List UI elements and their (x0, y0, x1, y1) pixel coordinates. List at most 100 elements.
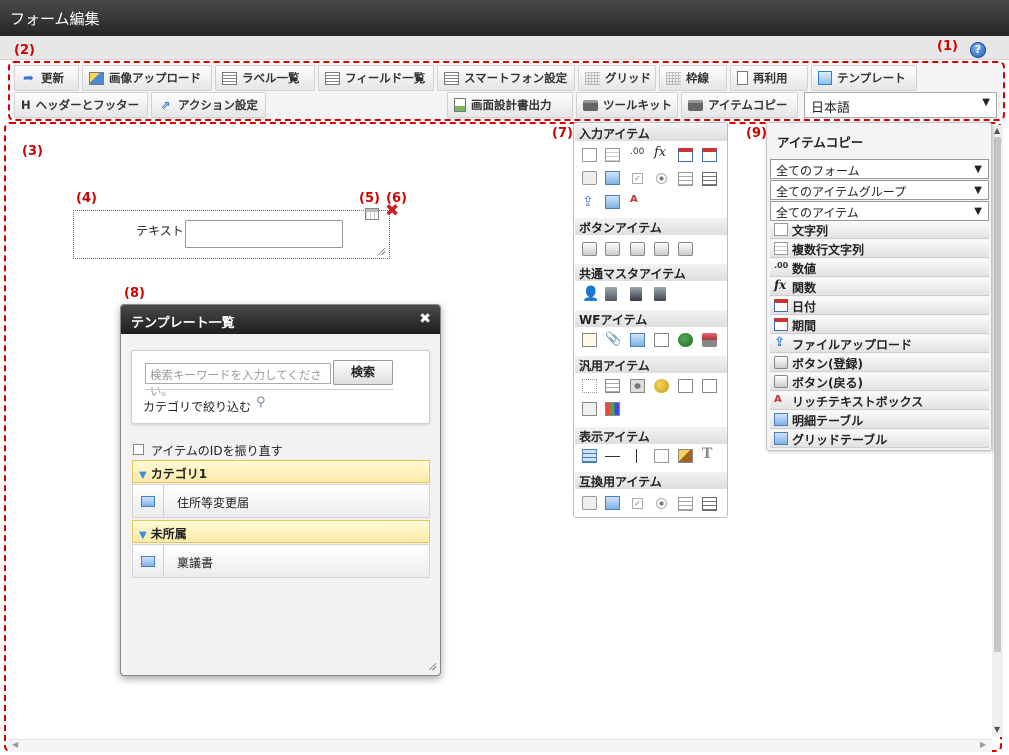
screen-design-export-button[interactable]: 画面設計書出力 (447, 92, 573, 118)
wf-stamp-item-icon[interactable] (702, 333, 717, 347)
template-search-button[interactable]: 検索 (333, 360, 393, 385)
delete-item-icon[interactable]: ✖ (385, 203, 399, 220)
color-item-icon[interactable] (605, 402, 620, 416)
compat-table-item-icon[interactable] (605, 496, 620, 510)
horizontal-scrollbar[interactable] (8, 739, 992, 752)
text-input[interactable] (185, 220, 343, 248)
rich-text-item-icon[interactable]: A (630, 194, 645, 208)
period-item-icon[interactable] (702, 148, 717, 162)
action-settings-button[interactable]: ⇗ アクション設定 (151, 92, 266, 118)
copy-item-register-button[interactable]: ボタン(登録) (770, 354, 989, 372)
multiline-string-item-icon[interactable] (605, 148, 620, 162)
wf-note-item-icon[interactable] (582, 333, 597, 347)
wf-image-item-icon[interactable] (630, 333, 645, 347)
language-select[interactable]: 日本語 ▼ (804, 92, 997, 118)
back-button-item-icon[interactable] (630, 242, 645, 256)
combo-item-icon[interactable] (702, 172, 717, 186)
vertical-scrollbar-thumb[interactable] (994, 137, 1001, 652)
scroll-down-icon[interactable]: ▼ (994, 725, 1000, 734)
register-button-item-icon[interactable] (582, 242, 597, 256)
horizontal-line-item-icon[interactable] (605, 456, 620, 457)
compat-checkbox-item-icon[interactable]: ✓ (632, 498, 643, 509)
scroll-right-icon[interactable]: ▶ (980, 740, 986, 749)
label-list-button[interactable]: ラベル一覧 (215, 65, 315, 91)
copy-item-string[interactable]: 文字列 (770, 221, 989, 239)
wf-history-item-icon[interactable] (654, 333, 669, 347)
function-item-icon[interactable]: fx (654, 145, 669, 160)
vertical-line-item-icon[interactable] (636, 449, 637, 463)
camera-item-icon[interactable] (630, 379, 645, 393)
form-filter-select[interactable]: 全てのフォーム ▼ (770, 159, 989, 179)
toolkit-button[interactable]: ツールキット (576, 92, 678, 118)
listbox-item-icon[interactable] (678, 172, 693, 186)
light-item-icon[interactable] (654, 379, 669, 393)
template-button[interactable]: テンプレート (811, 65, 917, 91)
text-display-item-icon[interactable]: T (702, 447, 717, 461)
download-doc-item-icon[interactable] (702, 379, 717, 393)
reassign-ids-checkbox[interactable] (133, 444, 144, 455)
grid-table-item-icon[interactable] (605, 195, 620, 209)
share-button-item-icon[interactable] (678, 242, 693, 256)
update-button[interactable]: ➦ 更新 (14, 65, 79, 91)
header-footer-button[interactable]: H ヘッダーとフッター (14, 92, 148, 118)
string-item-icon[interactable] (582, 148, 597, 162)
panel-item-icon[interactable] (582, 402, 597, 416)
organization-item-icon[interactable] (605, 287, 617, 301)
checkbox-item-icon[interactable]: ✓ (632, 173, 643, 184)
copy-item-multiline[interactable]: 複数行文字列 (770, 240, 989, 258)
compat-combo-item-icon[interactable] (702, 497, 717, 511)
reuse-button[interactable]: 再利用 (730, 65, 808, 91)
number-item-icon[interactable]: .00 (630, 147, 645, 161)
field-list-button[interactable]: フィールド一覧 (318, 65, 434, 91)
item-group-filter-select[interactable]: 全てのアイテムグループ ▼ (770, 180, 989, 200)
file-upload-item-icon[interactable]: ⇪ (582, 195, 597, 209)
date-item-icon[interactable] (678, 148, 693, 162)
border-button[interactable]: 枠線 (659, 65, 727, 91)
upload-doc-item-icon[interactable] (678, 379, 693, 393)
item-filter-select[interactable]: 全てのアイテム ▼ (770, 201, 989, 221)
copy-item-detail-table[interactable]: 明細テーブル (770, 411, 989, 429)
compat-select-item-icon[interactable] (582, 496, 597, 510)
copy-item-grid-table[interactable]: グリッドテーブル (770, 430, 989, 448)
public-group-item-icon[interactable] (654, 287, 666, 301)
scroll-left-icon[interactable]: ◀ (12, 740, 18, 749)
image-upload-button[interactable]: 画像アップロード (82, 65, 212, 91)
compat-listbox-item-icon[interactable] (678, 497, 693, 511)
template-row[interactable]: 稟議書 (132, 544, 430, 578)
radio-item-icon[interactable] (656, 173, 667, 184)
resize-handle-icon[interactable] (377, 247, 385, 255)
grid-button[interactable]: グリッド (578, 65, 656, 91)
dialog-resize-handle-icon[interactable] (428, 662, 436, 670)
compat-radio-item-icon[interactable] (656, 498, 667, 509)
copy-item-function[interactable]: fx 関数 (770, 278, 989, 296)
category-header-1[interactable]: ▼ カテゴリ1 (132, 460, 430, 483)
image-item-icon[interactable] (678, 449, 693, 463)
next-button-item-icon[interactable] (605, 242, 620, 256)
general-text-item-icon[interactable] (605, 379, 620, 393)
item-properties-icon[interactable] (365, 208, 379, 220)
scroll-up-icon[interactable]: ▲ (994, 126, 1000, 135)
category-filter-link[interactable]: カテゴリで絞り込む (143, 398, 251, 415)
select-item-icon[interactable] (582, 171, 597, 185)
copy-item-period[interactable]: 期間 (770, 316, 989, 334)
copy-item-back-button[interactable]: ボタン(戻る) (770, 373, 989, 391)
search-icon[interactable]: ⚲ (256, 395, 266, 410)
wf-approver-item-icon[interactable] (678, 333, 693, 347)
close-icon[interactable]: ✖ (419, 311, 431, 327)
copy-item-file-upload[interactable]: ⇪ ファイルアップロード (770, 335, 989, 353)
rectangle-item-icon[interactable] (654, 449, 669, 463)
category-header-2[interactable]: ▼ 未所属 (132, 520, 430, 543)
smartphone-settings-button[interactable]: スマートフォン設定 (437, 65, 575, 91)
template-row[interactable]: 住所等変更届 (132, 484, 430, 518)
attachment-item-icon[interactable]: 📎 (605, 333, 621, 347)
copy-item-rich-text[interactable]: A リッチテキストボックス (770, 392, 989, 410)
return-button-item-icon[interactable] (654, 242, 669, 256)
user-item-icon[interactable]: 👤 (582, 287, 599, 301)
general-label-item-icon[interactable] (582, 379, 597, 393)
help-icon[interactable]: ? (970, 42, 986, 58)
table-item-icon[interactable] (605, 171, 620, 185)
display-label-item-icon[interactable] (582, 449, 597, 463)
item-copy-button[interactable]: アイテムコピー (681, 92, 798, 118)
copy-item-number[interactable]: .00 数値 (770, 259, 989, 277)
template-search-input[interactable]: 検索キーワードを入力してください。 (145, 363, 331, 398)
